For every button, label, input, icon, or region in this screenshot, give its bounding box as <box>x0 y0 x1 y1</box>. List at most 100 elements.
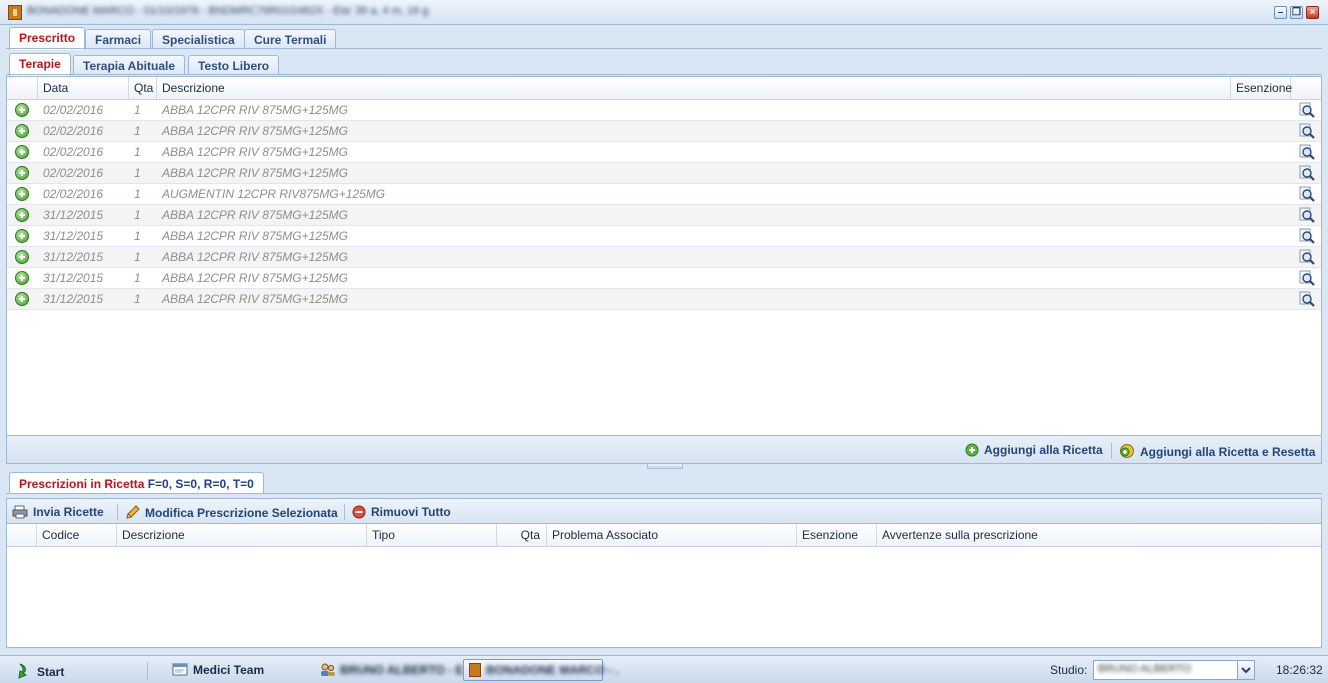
splitter-handle[interactable] <box>647 464 683 469</box>
magnifier-icon[interactable] <box>1299 186 1315 202</box>
magnifier-icon[interactable] <box>1299 249 1315 265</box>
task-current-window[interactable]: BONADONE MARCO - . <box>463 659 619 681</box>
top-action-bar: Aggiungi alla Ricetta Aggiungi alla Rice… <box>6 436 1322 464</box>
divider <box>6 74 1322 75</box>
header-codice[interactable]: Codice <box>37 524 117 546</box>
add-circle-icon[interactable] <box>15 103 29 117</box>
remove-all-button[interactable]: Rimuovi Tutto <box>352 505 451 519</box>
cell-qta: 1 <box>134 187 141 201</box>
tab-testo-libero[interactable]: Testo Libero <box>188 55 280 75</box>
tab-terapia-abituale[interactable]: Terapia Abituale <box>73 55 186 75</box>
start-button[interactable]: Start <box>17 663 64 679</box>
table-row[interactable]: 02/02/2016 1 ABBA 12CPR RIV 875MG+125MG <box>7 142 1321 163</box>
cell-data: 31/12/2015 <box>43 271 104 285</box>
tab-cure-termali[interactable]: Cure Termali <box>244 29 337 49</box>
magnifier-icon[interactable] <box>1299 228 1315 244</box>
cell-qta: 1 <box>134 292 141 306</box>
add-circle-icon[interactable] <box>15 250 29 264</box>
table-row[interactable]: 02/02/2016 1 ABBA 12CPR RIV 875MG+125MG <box>7 121 1321 142</box>
task-user-label: BRUNO ALBERTO - E.. <box>340 663 471 677</box>
tab-prescrizioni-in-ricetta[interactable]: Prescrizioni in Ricetta F=0, S=0, R=0, T… <box>9 472 264 494</box>
task-user-window[interactable]: BRUNO ALBERTO - E.. <box>320 663 470 677</box>
cell-data: 31/12/2015 <box>43 229 104 243</box>
header-esenzione[interactable]: Esenzione <box>797 524 877 546</box>
cell-esenzione <box>1231 226 1236 246</box>
header-esenzione[interactable]: Esenzione <box>1231 77 1292 99</box>
tab-prescritto[interactable]: Prescritto <box>9 27 86 50</box>
add-to-prescription-button[interactable]: Aggiungi alla Ricetta <box>965 443 1103 457</box>
header-qta[interactable]: Qta <box>129 77 157 99</box>
tab-terapie[interactable]: Terapie <box>9 53 71 76</box>
tab-farmaci[interactable]: Farmaci <box>85 29 152 49</box>
add-circle-icon[interactable] <box>15 271 29 285</box>
add-circle-icon[interactable] <box>15 166 29 180</box>
tab-specialistica[interactable]: Specialistica <box>152 29 245 49</box>
table-row[interactable]: 02/02/2016 1 ABBA 12CPR RIV 875MG+125MG <box>7 100 1321 121</box>
cell-qta: 1 <box>134 145 141 159</box>
add-circle-icon[interactable] <box>15 229 29 243</box>
cell-data: 02/02/2016 <box>43 166 104 180</box>
printer-icon <box>12 505 28 519</box>
main-tabbar: Prescritto Farmaci Specialistica Cure Te… <box>6 27 1322 50</box>
restore-button[interactable]: ❐ <box>1290 6 1303 19</box>
magnifier-icon[interactable] <box>1299 144 1315 160</box>
cell-qta: 1 <box>134 271 141 285</box>
cell-data: 02/02/2016 <box>43 187 104 201</box>
add-and-reset-button[interactable]: Aggiungi alla Ricetta e Resetta <box>1119 443 1315 459</box>
header-avvertenze[interactable]: Avvertenze sulla prescrizione <box>877 524 1321 546</box>
magnifier-icon[interactable] <box>1299 102 1315 118</box>
header-data[interactable]: Data <box>38 77 129 99</box>
table-row[interactable]: 31/12/2015 1 ABBA 12CPR RIV 875MG+125MG <box>7 247 1321 268</box>
divider <box>117 504 118 520</box>
header-icon-column <box>7 77 38 99</box>
start-label: Start <box>37 665 65 679</box>
cell-descrizione: ABBA 12CPR RIV 875MG+125MG <box>162 103 348 117</box>
add-circle-icon[interactable] <box>15 124 29 138</box>
cell-esenzione <box>1231 121 1236 141</box>
header-descrizione[interactable]: Descrizione <box>157 77 1231 99</box>
studio-select[interactable]: BRUNO ALBERTO <box>1093 660 1255 680</box>
add-circle-icon[interactable] <box>15 187 29 201</box>
cell-data: 02/02/2016 <box>43 145 104 159</box>
header-problema-associato[interactable]: Problema Associato <box>547 524 797 546</box>
cell-esenzione <box>1231 100 1236 120</box>
table-row[interactable]: 02/02/2016 1 AUGMENTIN 12CPR RIV875MG+12… <box>7 184 1321 205</box>
header-tipo[interactable]: Tipo <box>367 524 497 546</box>
magnifier-icon[interactable] <box>1299 270 1315 286</box>
chevron-down-icon[interactable] <box>1237 661 1254 679</box>
cell-data: 31/12/2015 <box>43 292 104 306</box>
magnifier-icon[interactable] <box>1299 123 1315 139</box>
medici-team-button[interactable]: Medici Team <box>172 663 264 677</box>
cell-descrizione: ABBA 12CPR RIV 875MG+125MG <box>162 292 348 306</box>
table-row[interactable]: 31/12/2015 1 ABBA 12CPR RIV 875MG+125MG <box>7 226 1321 247</box>
chevron-down-icon-glyph <box>1241 667 1251 674</box>
medici-team-label: Medici Team <box>193 663 265 677</box>
add-circle-icon[interactable] <box>15 145 29 159</box>
header-qta[interactable]: Qta <box>497 524 547 546</box>
magnifier-icon[interactable] <box>1299 165 1315 181</box>
minimize-button[interactable]: – <box>1274 6 1287 19</box>
send-prescriptions-button[interactable]: Invia Ricette <box>12 505 104 519</box>
divider <box>6 48 1322 49</box>
close-button[interactable]: × <box>1306 6 1319 19</box>
table-row[interactable]: 02/02/2016 1 ABBA 12CPR RIV 875MG+125MG <box>7 163 1321 184</box>
magnifier-icon[interactable] <box>1299 207 1315 223</box>
add-circle-icon[interactable] <box>15 208 29 222</box>
cell-data: 31/12/2015 <box>43 208 104 222</box>
cell-esenzione <box>1231 163 1236 183</box>
cell-esenzione <box>1231 184 1236 204</box>
window-title: BONADONE MARCO - 01/10/1976 - BNDMRC76R0… <box>27 5 429 17</box>
remove-circle-icon <box>352 505 366 519</box>
add-circle-icon <box>965 443 979 457</box>
magnifier-icon[interactable] <box>1299 291 1315 307</box>
table-row[interactable]: 31/12/2015 1 ABBA 12CPR RIV 875MG+125MG <box>7 205 1321 226</box>
window-icon <box>172 663 188 676</box>
count-t: T=0 <box>232 477 254 491</box>
cell-data: 31/12/2015 <box>43 250 104 264</box>
header-descrizione[interactable]: Descrizione <box>117 524 367 546</box>
table-row[interactable]: 31/12/2015 1 ABBA 12CPR RIV 875MG+125MG <box>7 268 1321 289</box>
cell-descrizione: ABBA 12CPR RIV 875MG+125MG <box>162 166 348 180</box>
table-row[interactable]: 31/12/2015 1 ABBA 12CPR RIV 875MG+125MG <box>7 289 1321 310</box>
add-circle-icon[interactable] <box>15 292 29 306</box>
edit-prescription-button[interactable]: Modifica Prescrizione Selezionata <box>125 505 338 520</box>
